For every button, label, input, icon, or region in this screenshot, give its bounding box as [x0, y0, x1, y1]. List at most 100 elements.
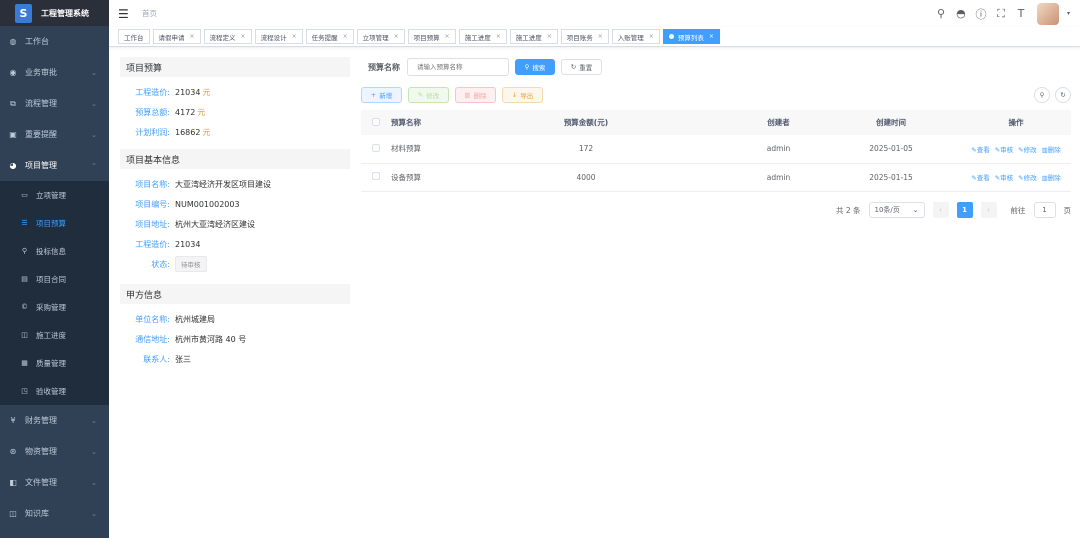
edit-link[interactable]: ✎修改: [1018, 172, 1036, 182]
github-icon[interactable]: ◓: [955, 7, 967, 20]
avatar[interactable]: [1036, 2, 1059, 25]
hamburger-icon[interactable]: ☰: [118, 7, 132, 21]
tag-item[interactable]: 流程设计 ×: [254, 29, 303, 44]
view-link[interactable]: ✎查看: [971, 172, 989, 182]
tag-label: 施工进度: [515, 33, 542, 42]
tag-item[interactable]: 入账管理 ×: [611, 29, 660, 44]
info-value: 21034: [175, 87, 201, 97]
breadcrumb[interactable]: 首页: [142, 8, 157, 19]
refresh-icon: ↻: [570, 63, 577, 71]
tag-item[interactable]: 预算列表 ×: [662, 29, 720, 44]
close-icon[interactable]: ×: [190, 33, 195, 40]
sidebar-subitem[interactable]: ◫ 施工进度: [0, 321, 109, 349]
select-all-cell[interactable]: [361, 110, 391, 135]
tag-label: 请假申请: [158, 33, 185, 42]
sidebar-subitem[interactable]: © 采购管理: [0, 293, 109, 321]
tag-item[interactable]: 任务提醒 ×: [305, 29, 354, 44]
chevron-down-icon: ⌄: [91, 416, 97, 425]
search-icon[interactable]: ⚲: [935, 7, 947, 20]
tag-item[interactable]: 施工进度 ×: [458, 29, 507, 44]
edit-button[interactable]: ✎ 修改: [408, 87, 449, 103]
view-link[interactable]: ✎查看: [971, 144, 989, 154]
add-button[interactable]: + 新增: [361, 87, 402, 103]
tag-item[interactable]: 项目账务 ×: [560, 29, 609, 44]
prev-page-button[interactable]: ‹: [932, 202, 949, 218]
sidebar: S 工程管理系统 ◍ 工作台 ◉ 业务审批 ⌄ ⧉ 流程管理 ⌄ ▣ 重要提醒 ⌄ ◕ 项目管理 ⌃…: [0, 0, 109, 538]
sidebar-subitem-label: 采购管理: [36, 302, 66, 312]
sidebar-subitem[interactable]: ◳ 验收管理: [0, 377, 109, 405]
chevron-down-icon: ⌄: [912, 206, 919, 214]
close-icon[interactable]: ×: [343, 33, 348, 40]
tag-label: 流程定义: [209, 33, 236, 42]
row-checkbox[interactable]: [372, 143, 380, 152]
audit-link[interactable]: ✎审核: [995, 144, 1013, 154]
close-icon[interactable]: ×: [445, 33, 450, 40]
sidebar-subitem[interactable]: ⚲ 投标信息: [0, 237, 109, 265]
info-value: 大亚湾经济开发区项目建设: [175, 179, 271, 189]
sidebar-item-approval[interactable]: ◉ 业务审批 ⌄: [0, 57, 109, 88]
sidebar-item-reminder[interactable]: ▣ 重要提醒 ⌄: [0, 119, 109, 150]
search-button-label: 搜索: [532, 64, 546, 72]
pagination: 共 2 条 10条/页 ⌄ ‹ 1 › 前往 页: [836, 202, 1071, 218]
row-select-cell[interactable]: [361, 163, 391, 191]
close-icon[interactable]: ×: [292, 33, 297, 40]
add-button-label: 新增: [379, 92, 393, 100]
font-size-icon[interactable]: T: [1015, 7, 1027, 20]
creator-cell: admin: [766, 172, 791, 182]
row-checkbox[interactable]: [372, 172, 380, 180]
tag-item[interactable]: 立项管理 ×: [356, 29, 405, 44]
info-label: 项目编号:: [135, 199, 170, 209]
close-icon[interactable]: ×: [598, 33, 603, 40]
col-budget-name: 预算名称: [391, 118, 421, 127]
sidebar-item-process[interactable]: ⧉ 流程管理 ⌄: [0, 88, 109, 119]
select-all-checkbox[interactable]: [372, 117, 380, 126]
search-button[interactable]: ⚲ 搜索: [515, 59, 555, 75]
row-select-cell[interactable]: [361, 135, 391, 163]
close-icon[interactable]: ×: [547, 33, 552, 40]
sidebar-item-dashboard[interactable]: ◍ 工作台: [0, 26, 109, 57]
sidebar-subitem[interactable]: ▦ 质量管理: [0, 349, 109, 377]
audit-link[interactable]: ✎审核: [995, 172, 1013, 182]
tag-item[interactable]: 工作台: [118, 29, 150, 44]
sidebar-item-knowledge[interactable]: ◫ 知识库 ⌄: [0, 498, 109, 529]
finance-icon: ¥: [10, 416, 16, 425]
budget-name-input[interactable]: [407, 58, 509, 76]
sidebar-item-file[interactable]: ◧ 文件管理 ⌄: [0, 467, 109, 498]
edit-link[interactable]: ✎修改: [1018, 144, 1036, 154]
delete-link[interactable]: ▥删除: [1042, 172, 1061, 182]
tag-item[interactable]: 流程定义 ×: [203, 29, 252, 44]
sidebar-subitem[interactable]: ▤ 项目合同: [0, 265, 109, 293]
close-icon[interactable]: ×: [394, 33, 399, 40]
create-time-cell: 2025-01-15: [869, 172, 913, 182]
delete-link[interactable]: ▥删除: [1042, 144, 1061, 154]
action-label: 修改: [1023, 174, 1037, 182]
sidebar-item-project[interactable]: ◕ 项目管理 ⌃: [0, 150, 109, 181]
close-icon[interactable]: ×: [241, 33, 246, 40]
delete-button[interactable]: ▥ 删除: [455, 87, 496, 103]
tag-item[interactable]: 施工进度 ×: [509, 29, 558, 44]
search-form: 预算名称 ⚲ 搜索 ↻ 重置: [361, 57, 1071, 77]
page-number[interactable]: 1: [956, 202, 973, 218]
refresh-button[interactable]: ↻: [1055, 87, 1071, 103]
export-button[interactable]: ↓ 导出: [502, 87, 543, 103]
chevron-down-icon: ⌄: [91, 68, 97, 77]
close-icon[interactable]: ×: [649, 33, 654, 40]
tag-item[interactable]: 项目预算 ×: [407, 29, 456, 44]
page-size-select[interactable]: 10条/页 ⌄: [868, 202, 925, 218]
logo-area[interactable]: S 工程管理系统: [0, 0, 109, 26]
reset-button[interactable]: ↻ 重置: [561, 59, 602, 75]
help-icon[interactable]: ⓘ: [975, 6, 987, 22]
fullscreen-icon[interactable]: ⛶: [995, 7, 1007, 21]
row-actions: ✎查看 ✎审核 ✎修改 ▥删除: [961, 172, 1071, 182]
toggle-search-button[interactable]: ⚲: [1034, 87, 1050, 103]
next-page-button[interactable]: ›: [980, 202, 997, 218]
sidebar-subitem[interactable]: ▭ 立项管理: [0, 181, 109, 209]
close-icon[interactable]: ×: [496, 33, 501, 40]
caret-down-icon[interactable]: ▾: [1067, 10, 1070, 17]
sidebar-item-material[interactable]: ⊛ 物资管理 ⌄: [0, 436, 109, 467]
sidebar-item-finance[interactable]: ¥ 财务管理 ⌄: [0, 405, 109, 436]
tag-item[interactable]: 请假申请 ×: [152, 29, 201, 44]
close-icon[interactable]: ×: [709, 33, 714, 40]
sidebar-subitem[interactable]: ☰ 项目预算: [0, 209, 109, 237]
goto-page-input[interactable]: [1033, 202, 1056, 218]
